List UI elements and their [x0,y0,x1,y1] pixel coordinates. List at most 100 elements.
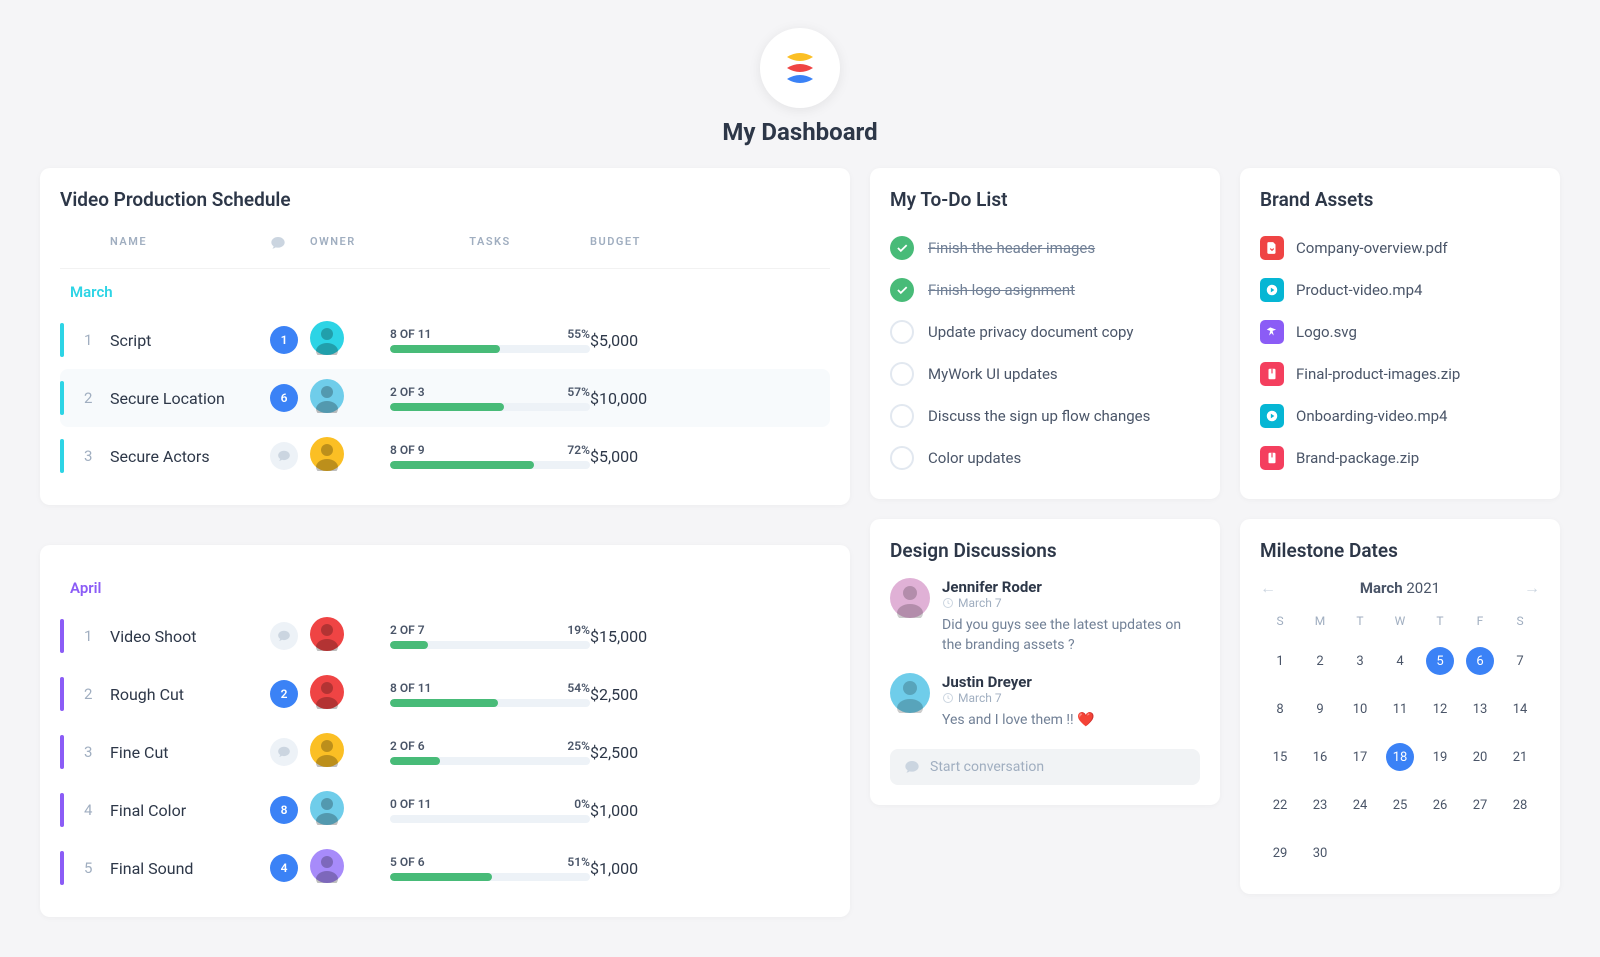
calendar-day[interactable]: 7 [1500,640,1540,682]
comment-count[interactable]: 1 [270,326,298,354]
asset-item[interactable]: Brand-package.zip [1260,437,1540,479]
asset-item[interactable]: Company-overview.pdf [1260,227,1540,269]
month-label: March [60,269,830,311]
todo-label: Finish logo asignment [928,281,1075,299]
progress-bar [390,345,590,353]
progress-bar [390,641,590,649]
owner-avatar[interactable] [310,617,344,651]
todo-item[interactable]: Color updates [890,437,1200,479]
calendar-day[interactable]: 24 [1340,784,1380,826]
discussion-text: Yes and I love them !! ❤️ [942,711,1095,731]
check-open-icon[interactable] [890,320,914,344]
owner-avatar[interactable] [310,379,344,413]
check-done-icon[interactable] [890,236,914,260]
discussion-post[interactable]: Jennifer RoderMarch 7Did you guys see th… [890,578,1200,655]
user-avatar[interactable] [890,578,930,618]
asset-item[interactable]: Final-product-images.zip [1260,353,1540,395]
todo-item[interactable]: Discuss the sign up flow changes [890,395,1200,437]
calendar-day[interactable]: 2 [1300,640,1340,682]
calendar-day[interactable]: 27 [1460,784,1500,826]
calendar-day[interactable]: 12 [1420,688,1460,730]
calendar-day[interactable]: 14 [1500,688,1540,730]
todo-item[interactable]: MyWork UI updates [890,353,1200,395]
todo-item[interactable]: Finish the header images [890,227,1200,269]
check-open-icon[interactable] [890,404,914,428]
owner-avatar[interactable] [310,849,344,883]
tasks-percent: 19% [567,623,590,637]
calendar-day[interactable]: 8 [1260,688,1300,730]
todo-item[interactable]: Finish logo asignment [890,269,1200,311]
tasks-count: 5 OF 6 [390,855,425,869]
user-avatar[interactable] [890,673,930,713]
comment-count[interactable]: 6 [270,384,298,412]
check-open-icon[interactable] [890,362,914,386]
asset-item[interactable]: Logo.svg [1260,311,1540,353]
calendar-day[interactable]: 23 [1300,784,1340,826]
schedule-row[interactable]: 1Script18 OF 1155%$5,000 [60,311,830,369]
comment-count[interactable]: 8 [270,796,298,824]
calendar-day[interactable]: 15 [1260,736,1300,778]
calendar-day[interactable]: 1 [1260,640,1300,682]
todo-item[interactable]: Update privacy document copy [890,311,1200,353]
video-file-icon [1260,278,1284,302]
progress-bar [390,403,590,411]
schedule-row[interactable]: 1Video Shoot2 OF 719%$15,000 [60,607,830,665]
progress-bar [390,757,590,765]
calendar-day[interactable]: 4 [1380,640,1420,682]
calendar-day[interactable]: 13 [1460,688,1500,730]
calendar-day[interactable]: 22 [1260,784,1300,826]
progress-bar [390,873,590,881]
budget-value: $5,000 [590,331,820,350]
owner-avatar[interactable] [310,733,344,767]
schedule-row[interactable]: 3Fine Cut2 OF 625%$2,500 [60,723,830,781]
assets-title: Brand Assets [1260,188,1540,211]
asset-item[interactable]: Product-video.mp4 [1260,269,1540,311]
comment-icon [270,235,310,254]
conversation-input[interactable]: Start conversation [890,749,1200,785]
schedule-row[interactable]: 2Rough Cut28 OF 1154%$2,500 [60,665,830,723]
conversation-placeholder: Start conversation [930,759,1044,775]
calendar-day[interactable]: 30 [1300,832,1340,874]
calendar-day[interactable]: 11 [1380,688,1420,730]
owner-avatar[interactable] [310,791,344,825]
calendar-prev[interactable]: ← [1260,578,1276,598]
calendar-day[interactable]: 3 [1340,640,1380,682]
comment-count[interactable]: 4 [270,854,298,882]
calendar-day[interactable]: 20 [1460,736,1500,778]
calendar-day[interactable]: 10 [1340,688,1380,730]
calendar-day[interactable]: 25 [1380,784,1420,826]
todo-label: Color updates [928,449,1021,467]
calendar-day[interactable]: 28 [1500,784,1540,826]
row-name: Secure Actors [110,447,270,466]
schedule-row[interactable]: 3Secure Actors8 OF 972%$5,000 [60,427,830,485]
calendar-next[interactable]: → [1524,578,1540,598]
schedule-row[interactable]: 5Final Sound45 OF 651%$1,000 [60,839,830,897]
clock-icon [942,597,954,609]
calendar-day[interactable]: 21 [1500,736,1540,778]
zip-file-icon [1260,362,1284,386]
asset-item[interactable]: Onboarding-video.mp4 [1260,395,1540,437]
calendar-day[interactable]: 26 [1420,784,1460,826]
calendar-day[interactable]: 18 [1380,736,1420,778]
check-done-icon[interactable] [890,278,914,302]
calendar-day[interactable]: 5 [1420,640,1460,682]
owner-avatar[interactable] [310,675,344,709]
comment-count[interactable] [270,442,298,470]
calendar-day[interactable]: 19 [1420,736,1460,778]
owner-avatar[interactable] [310,437,344,471]
tasks-percent: 25% [567,739,590,753]
calendar-day[interactable]: 16 [1300,736,1340,778]
discussion-author: Jennifer Roder [942,578,1200,596]
owner-avatar[interactable] [310,321,344,355]
schedule-row[interactable]: 4Final Color80 OF 110%$1,000 [60,781,830,839]
calendar-day[interactable]: 6 [1460,640,1500,682]
calendar-day[interactable]: 29 [1260,832,1300,874]
comment-count[interactable] [270,738,298,766]
comment-count[interactable] [270,622,298,650]
calendar-day[interactable]: 17 [1340,736,1380,778]
discussion-post[interactable]: Justin DreyerMarch 7Yes and I love them … [890,673,1200,731]
check-open-icon[interactable] [890,446,914,470]
calendar-day[interactable]: 9 [1300,688,1340,730]
comment-count[interactable]: 2 [270,680,298,708]
schedule-row[interactable]: 2Secure Location62 OF 357%$10,000 [60,369,830,427]
